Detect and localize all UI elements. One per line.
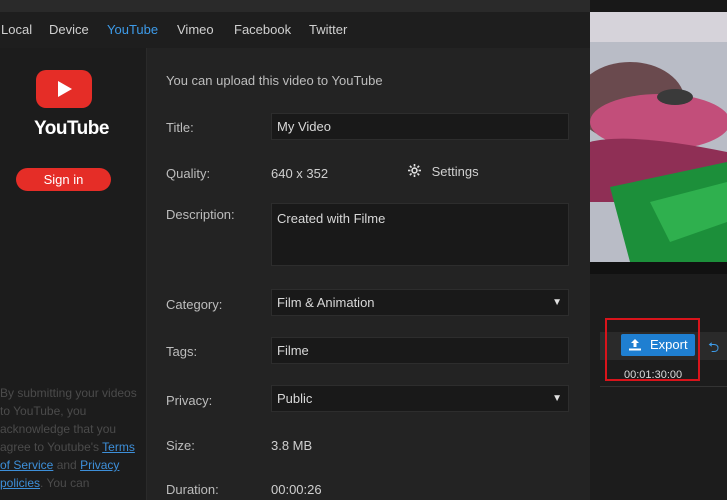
upload-disclaimer: By submitting your videos to YouTube, yo… xyxy=(0,384,146,492)
size-value: 3.8 MB xyxy=(271,438,313,453)
disclaimer-suffix: . You can xyxy=(40,476,90,490)
description-label: Description: xyxy=(166,207,235,222)
settings-label: Settings xyxy=(431,164,479,179)
tab-facebook[interactable]: Facebook xyxy=(234,22,291,37)
export-button[interactable]: Export xyxy=(621,334,695,356)
timeline-ruler xyxy=(600,386,727,399)
title-label: Title: xyxy=(166,120,194,135)
youtube-wordmark: YouTube xyxy=(34,118,109,139)
size-label: Size: xyxy=(166,438,195,453)
video-preview xyxy=(590,12,727,262)
duration-value: 00:00:26 xyxy=(271,482,322,497)
sign-in-button[interactable]: Sign in xyxy=(16,168,111,191)
youtube-account-panel: YouTube Sign in By submitting your video… xyxy=(0,48,147,500)
quality-label: Quality: xyxy=(166,166,211,181)
tab-twitter[interactable]: Twitter xyxy=(309,22,347,37)
category-select[interactable]: Film & Animation ▼ xyxy=(271,289,569,316)
privacy-label: Privacy: xyxy=(166,393,213,408)
youtube-upload-form: You can upload this video to YouTube Tit… xyxy=(147,48,590,500)
duration-label: Duration: xyxy=(166,482,219,497)
category-label: Category: xyxy=(166,297,223,312)
timecode-display: 00:01:30:00 xyxy=(624,369,683,381)
quality-value: 640 x 352 xyxy=(271,166,329,181)
gear-icon xyxy=(408,164,422,179)
tab-local[interactable]: Local xyxy=(1,22,32,37)
export-label: Export xyxy=(650,337,688,352)
tab-device[interactable]: Device xyxy=(49,22,89,37)
form-intro: You can upload this video to YouTube xyxy=(166,73,383,88)
caret-down-icon: ▼ xyxy=(552,393,562,404)
youtube-logo-icon xyxy=(36,70,92,108)
disclaimer-and: and xyxy=(56,458,77,472)
category-selected-value: Film & Animation xyxy=(277,295,375,310)
share-tabs: Local Device YouTube Vimeo Facebook Twit… xyxy=(0,12,590,49)
upload-icon xyxy=(628,337,642,359)
description-textarea[interactable]: Created with Filme xyxy=(271,203,569,266)
caret-down-icon: ▼ xyxy=(552,297,562,308)
tab-vimeo[interactable]: Vimeo xyxy=(177,22,214,37)
panel-divider xyxy=(590,262,727,274)
window-top-bar xyxy=(0,0,590,12)
tags-label: Tags: xyxy=(166,344,198,359)
title-input[interactable]: My Video xyxy=(271,113,569,140)
privacy-selected-value: Public xyxy=(277,391,313,406)
tab-youtube[interactable]: YouTube xyxy=(107,22,158,37)
privacy-select[interactable]: Public ▼ xyxy=(271,385,569,412)
undo-icon[interactable]: ⮌ xyxy=(708,337,719,361)
settings-button[interactable]: Settings xyxy=(408,164,479,179)
tags-input[interactable]: Filme xyxy=(271,337,569,364)
editor-right-panel: Export ⮌ 00:01:30:00 xyxy=(590,0,727,500)
